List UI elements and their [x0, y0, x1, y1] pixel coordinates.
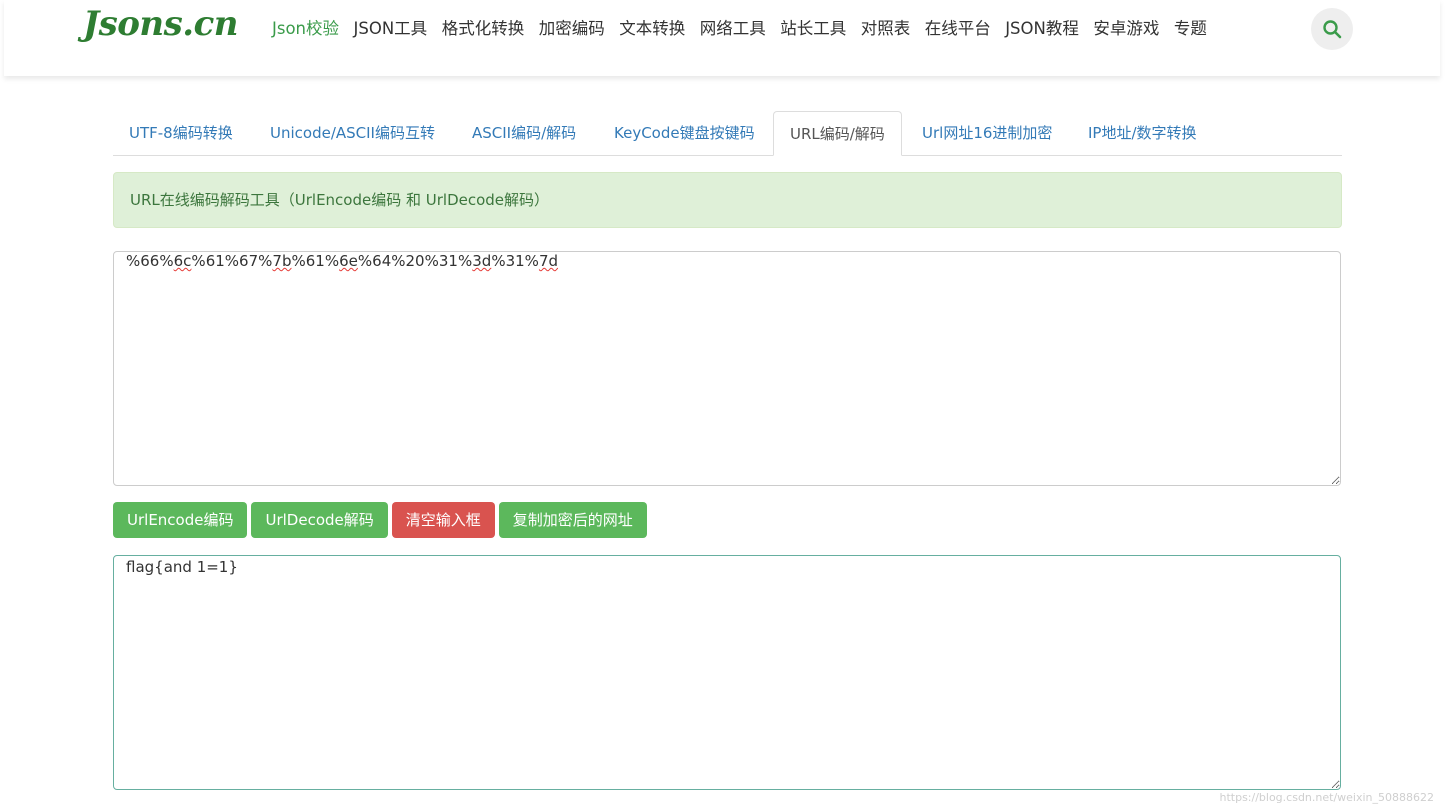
search-icon: [1323, 20, 1342, 39]
url-input-textarea[interactable]: [113, 251, 1341, 486]
tab[interactable]: KeyCode键盘按键码: [598, 111, 771, 155]
nav-link[interactable]: 站长工具: [780, 17, 846, 41]
main-nav: Json校验 JSON工具 格式化转换 加密编码 文本转换 网络工具 站长工具 对照表 在线平台…: [272, 17, 1221, 41]
copy-encoded-url-button[interactable]: 复制加密后的网址: [498, 502, 647, 538]
nav-link[interactable]: 安卓游戏: [1093, 17, 1159, 41]
nav-link[interactable]: JSON工具: [354, 17, 428, 41]
nav-link[interactable]: 对照表: [861, 17, 911, 41]
tab[interactable]: ASCII编码/解码: [456, 111, 592, 155]
search-button[interactable]: [1311, 8, 1353, 50]
site-logo[interactable]: Jsons.cn: [83, 4, 239, 44]
tab[interactable]: IP地址/数字转换: [1072, 111, 1213, 155]
action-buttons: UrlEncode编码 UrlDecode解码 清空输入框 复制加密后的网址: [113, 502, 647, 538]
nav-link[interactable]: 文本转换: [619, 17, 685, 41]
url-output-textarea[interactable]: [113, 555, 1341, 790]
watermark: https://blog.csdn.net/weixin_50888622: [1219, 791, 1434, 804]
url-decode-button[interactable]: UrlDecode解码: [251, 502, 388, 538]
nav-link[interactable]: 在线平台: [925, 17, 991, 41]
tab[interactable]: Url网址16进制加密: [906, 111, 1068, 155]
clear-input-button[interactable]: 清空输入框: [391, 502, 495, 538]
nav-link[interactable]: 网络工具: [700, 17, 766, 41]
tab[interactable]: Unicode/ASCII编码互转: [254, 111, 451, 155]
nav-link[interactable]: JSON教程: [1005, 17, 1079, 41]
nav-link[interactable]: 加密编码: [539, 17, 605, 41]
nav-link[interactable]: 格式化转换: [442, 17, 525, 41]
url-encode-button[interactable]: UrlEncode编码: [113, 502, 248, 538]
nav-link[interactable]: 专题: [1174, 17, 1207, 41]
tab[interactable]: UTF-8编码转换: [113, 111, 249, 155]
nav-link[interactable]: Json校验: [272, 17, 339, 41]
tool-description-alert: URL在线编码解码工具（UrlEncode编码 和 UrlDecode解码）: [113, 172, 1342, 228]
tab[interactable]: URL编码/解码: [773, 111, 902, 156]
tool-tabs: UTF-8编码转换 Unicode/ASCII编码互转 ASCII编码/解码 KeyC…: [113, 111, 1342, 156]
top-navbar: Jsons.cn Json校验 JSON工具 格式化转换 加密编码 文本转换 网络工具 站长…: [4, 0, 1440, 76]
